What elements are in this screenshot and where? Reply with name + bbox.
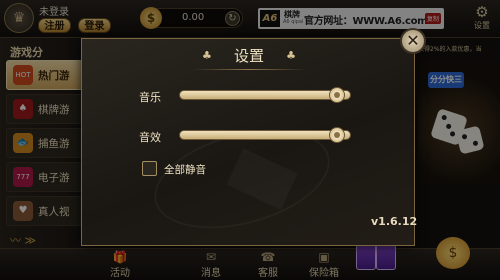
sfx-slider[interactable]: [179, 127, 351, 143]
settings-dialog: ♣ 设置 ♣ 音乐 音效 全部静音 v1.6.12: [81, 38, 418, 246]
club-icon: ♣: [202, 49, 212, 62]
club-icon: ♣: [286, 49, 296, 62]
mute-all-label: 全部静音: [164, 164, 206, 176]
sfx-slider-handle[interactable]: [329, 127, 346, 143]
sfx-label: 音效: [139, 131, 161, 144]
version-text: v1.6.12: [371, 215, 418, 228]
dialog-header: ♣ 设置 ♣: [192, 44, 306, 70]
close-icon[interactable]: ✕: [400, 28, 426, 54]
music-slider-handle[interactable]: [329, 87, 346, 103]
mute-all-checkbox[interactable]: [142, 161, 157, 176]
music-label: 音乐: [139, 91, 161, 104]
music-slider[interactable]: [179, 87, 351, 103]
dialog-title: 设置: [233, 47, 264, 65]
